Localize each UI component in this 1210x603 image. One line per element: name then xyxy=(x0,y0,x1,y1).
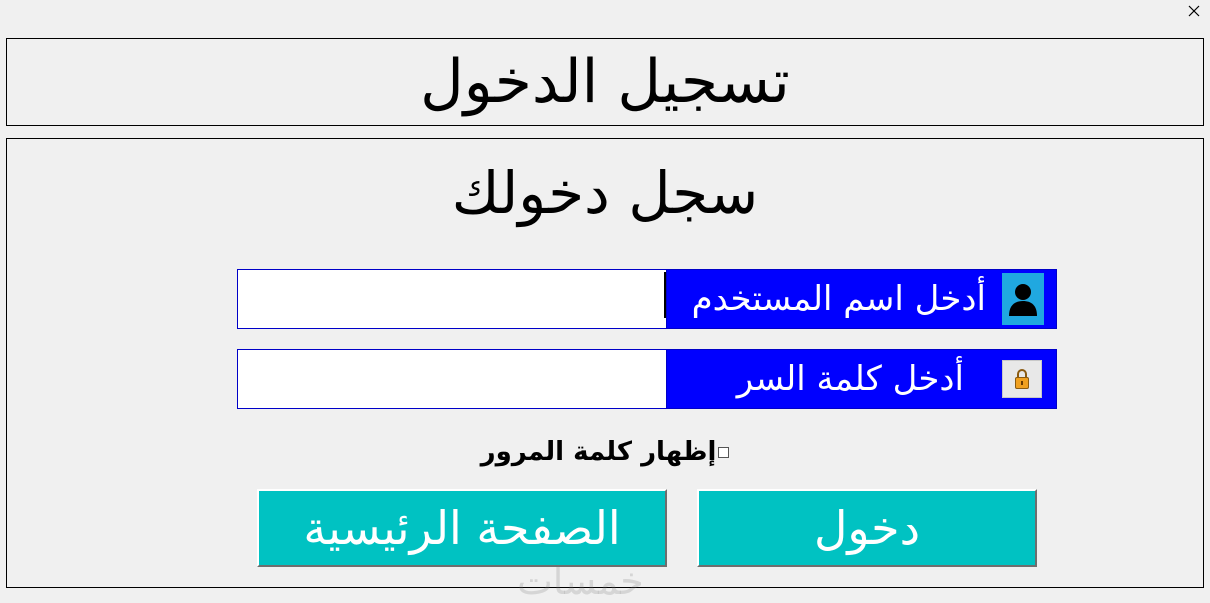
show-password-toggle[interactable]: إظهار كلمة المرور xyxy=(481,437,730,467)
password-input[interactable] xyxy=(237,349,667,409)
page-title: تسجيل الدخول xyxy=(420,47,790,117)
username-input[interactable] xyxy=(237,269,667,329)
username-row: أدخل اسم المستخدم xyxy=(237,269,1057,329)
show-password-row: إظهار كلمة المرور xyxy=(7,437,1203,467)
login-panel: سجل دخولك أدخل اسم المستخدم أدخل كلمة ال… xyxy=(6,138,1204,603)
show-password-label: إظهار كلمة المرور xyxy=(480,437,717,467)
user-icon xyxy=(1002,273,1044,325)
show-password-checkbox[interactable] xyxy=(718,446,730,458)
username-label: أدخل اسم المستخدم xyxy=(691,279,986,319)
lock-icon xyxy=(1002,360,1042,398)
login-button[interactable]: دخول xyxy=(697,489,1037,567)
close-button[interactable] xyxy=(1178,0,1210,22)
home-button[interactable]: الصفحة الرئيسية xyxy=(257,489,667,567)
password-row: أدخل كلمة السر xyxy=(237,349,1057,409)
title-panel: تسجيل الدخول xyxy=(6,38,1204,126)
username-label-box: أدخل اسم المستخدم xyxy=(666,269,1057,329)
password-label-box: أدخل كلمة السر xyxy=(666,349,1057,409)
form-heading: سجل دخولك xyxy=(451,159,759,227)
password-label: أدخل كلمة السر xyxy=(736,359,964,399)
close-icon xyxy=(1188,5,1200,17)
